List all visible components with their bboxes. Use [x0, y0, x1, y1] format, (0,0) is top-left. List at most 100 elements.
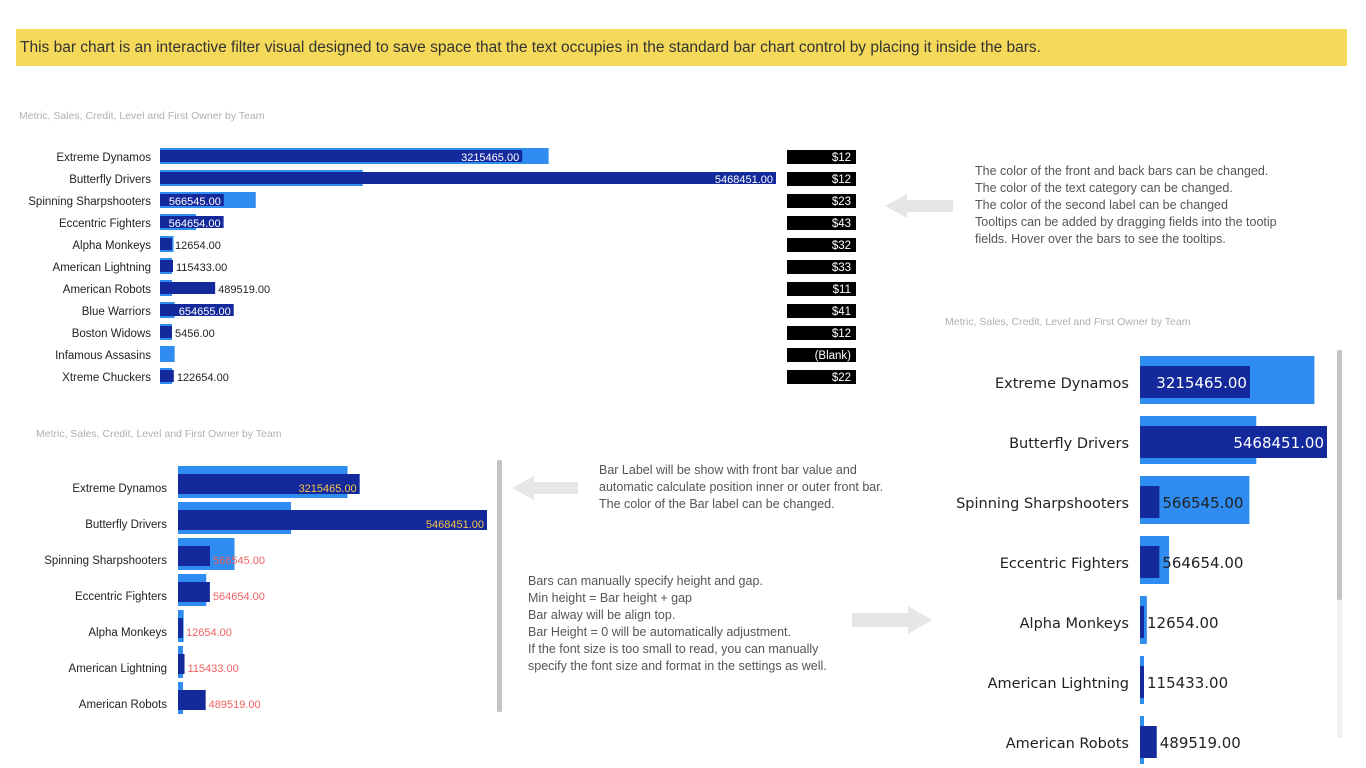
bar-value-label: 489519.00: [209, 699, 261, 711]
chart1-bar-chart[interactable]: Extreme Dynamos 3215465.00 $12 Butterfly Dr…: [0, 140, 880, 400]
second-label: $22: [832, 372, 851, 384]
bar-value-label: 489519.00: [218, 284, 270, 296]
category-label: American Robots: [1006, 736, 1129, 752]
front-bar: [1140, 546, 1160, 578]
second-label: $11: [833, 284, 851, 296]
bar-value-label: 5468451.00: [426, 519, 484, 531]
front-bar: [178, 582, 210, 602]
front-bar: [178, 618, 183, 638]
category-label: Alpha Monkeys: [88, 627, 167, 639]
front-bar: [178, 654, 185, 674]
note-line: Bars can manually specify height and gap…: [528, 574, 763, 588]
category-label: Spinning Sharpshooters: [956, 496, 1129, 512]
arrow-left-icon: [885, 194, 953, 218]
category-label: American Robots: [79, 699, 167, 711]
note-colors: The color of the front and back bars can…: [975, 163, 1277, 248]
note-line: Min height = Bar height + gap: [528, 591, 693, 605]
info-banner: This bar chart is an interactive filter …: [16, 29, 1347, 66]
second-label: $32: [832, 240, 851, 252]
arrow-right-icon: [852, 606, 932, 634]
chart3-title: Metric, Sales, Credit, Level and First O…: [945, 316, 1191, 328]
bar-value-label: 3215465.00: [1156, 374, 1247, 392]
category-label: Spinning Sharpshooters: [28, 196, 151, 208]
bar-value-label: 566545.00: [169, 196, 221, 208]
front-bar: [160, 326, 172, 338]
chart3-scrollbar-thumb[interactable]: [1337, 350, 1342, 600]
second-label: $33: [832, 262, 851, 274]
front-bar: [1140, 726, 1157, 758]
back-bar: [160, 346, 175, 362]
bar-value-label: 3215465.00: [299, 483, 357, 495]
chart1-title: Metric, Sales, Credit, Level and First O…: [19, 110, 265, 122]
category-label: Butterfly Drivers: [85, 519, 167, 531]
note-line: The color of the front and back bars can…: [975, 164, 1269, 178]
front-bar: [160, 370, 174, 382]
bar-value-label: 115433.00: [176, 262, 227, 274]
bar-value-label: 115433.00: [1147, 674, 1228, 692]
note-line: Bar Label will be show with front bar va…: [599, 463, 857, 477]
second-label: $12: [832, 328, 851, 340]
note-bar-height: Bars can manually specify height and gap…: [528, 573, 827, 675]
bar-value-label: 564654.00: [1162, 554, 1243, 572]
front-bar: [1140, 486, 1160, 518]
category-label: Infamous Assasins: [55, 350, 151, 362]
note-line: Bar Height = 0 will be automatically adj…: [528, 625, 791, 639]
category-label: Eccentric Fighters: [59, 218, 151, 230]
note-line: The color of the text category can be ch…: [975, 181, 1233, 195]
front-bar: [178, 546, 211, 566]
category-label: Eccentric Fighters: [75, 591, 167, 603]
bar-value-label: 12654.00: [1147, 614, 1219, 632]
bar-value-label: 12654.00: [175, 240, 221, 252]
second-label: $12: [832, 152, 851, 164]
note-line: automatic calculate position inner or ou…: [599, 480, 884, 494]
category-label: Alpha Monkeys: [1020, 616, 1129, 632]
note-line: Tooltips can be added by dragging fields…: [975, 215, 1277, 229]
chart3-bar-chart[interactable]: Extreme Dynamos 3215465.00 Butterfly Drive…: [930, 350, 1338, 764]
category-label: American Lightning: [988, 676, 1129, 692]
bar-value-label: 3215465.00: [461, 152, 519, 164]
chart2-bar-chart[interactable]: Extreme Dynamos 3215465.00 Butterfly Drive…: [0, 458, 500, 714]
note-line: The color of the Bar label can be change…: [599, 497, 835, 511]
category-label: Extreme Dynamos: [72, 483, 167, 495]
front-bar: [160, 282, 216, 294]
front-bar: [160, 238, 172, 250]
bar-value-label: 115433.00: [188, 663, 239, 675]
second-label: (Blank): [815, 350, 852, 362]
bar-value-label: 654655.00: [179, 306, 231, 318]
category-label: Extreme Dynamos: [995, 376, 1129, 392]
category-label: Spinning Sharpshooters: [44, 555, 167, 567]
category-label: American Lightning: [69, 663, 167, 675]
second-label: $12: [832, 174, 851, 186]
category-label: Butterfly Drivers: [1009, 436, 1129, 452]
bar-value-label: 564654.00: [169, 218, 221, 230]
category-label: Eccentric Fighters: [1000, 556, 1129, 572]
note-line: Bar alway will be align top.: [528, 608, 676, 622]
bar-value-label: 122654.00: [177, 372, 229, 384]
bar-value-label: 566545.00: [213, 555, 265, 567]
category-label: Xtreme Chuckers: [62, 372, 151, 384]
bar-value-label: 564654.00: [213, 591, 265, 603]
category-label: Alpha Monkeys: [72, 240, 151, 252]
note-line: fields. Hover over the bars to see the t…: [975, 232, 1226, 246]
bar-value-label: 5456.00: [175, 328, 215, 340]
chart2-scrollbar-thumb[interactable]: [497, 460, 502, 712]
second-label: $23: [832, 196, 851, 208]
front-bar: [160, 260, 174, 272]
bar-value-label: 12654.00: [186, 627, 232, 639]
bar-value-label: 5468451.00: [715, 174, 773, 186]
arrow-left-icon: [512, 476, 578, 500]
category-label: Butterfly Drivers: [69, 174, 151, 186]
note-line: If the font size is too small to read, y…: [528, 642, 819, 656]
note-line: The color of the second label can be cha…: [975, 198, 1228, 212]
bar-value-label: 5468451.00: [1233, 434, 1324, 452]
category-label: American Robots: [63, 284, 151, 296]
category-label: American Lightning: [53, 262, 151, 274]
front-bar: [1140, 666, 1144, 698]
category-label: Boston Widows: [72, 328, 152, 340]
second-label: $43: [832, 218, 851, 230]
note-bar-label: Bar Label will be show with front bar va…: [599, 462, 883, 513]
front-bar: [1140, 606, 1144, 638]
front-bar: [160, 172, 776, 184]
bar-value-label: 566545.00: [1162, 494, 1243, 512]
chart2-title: Metric, Sales, Credit, Level and First O…: [36, 428, 282, 440]
